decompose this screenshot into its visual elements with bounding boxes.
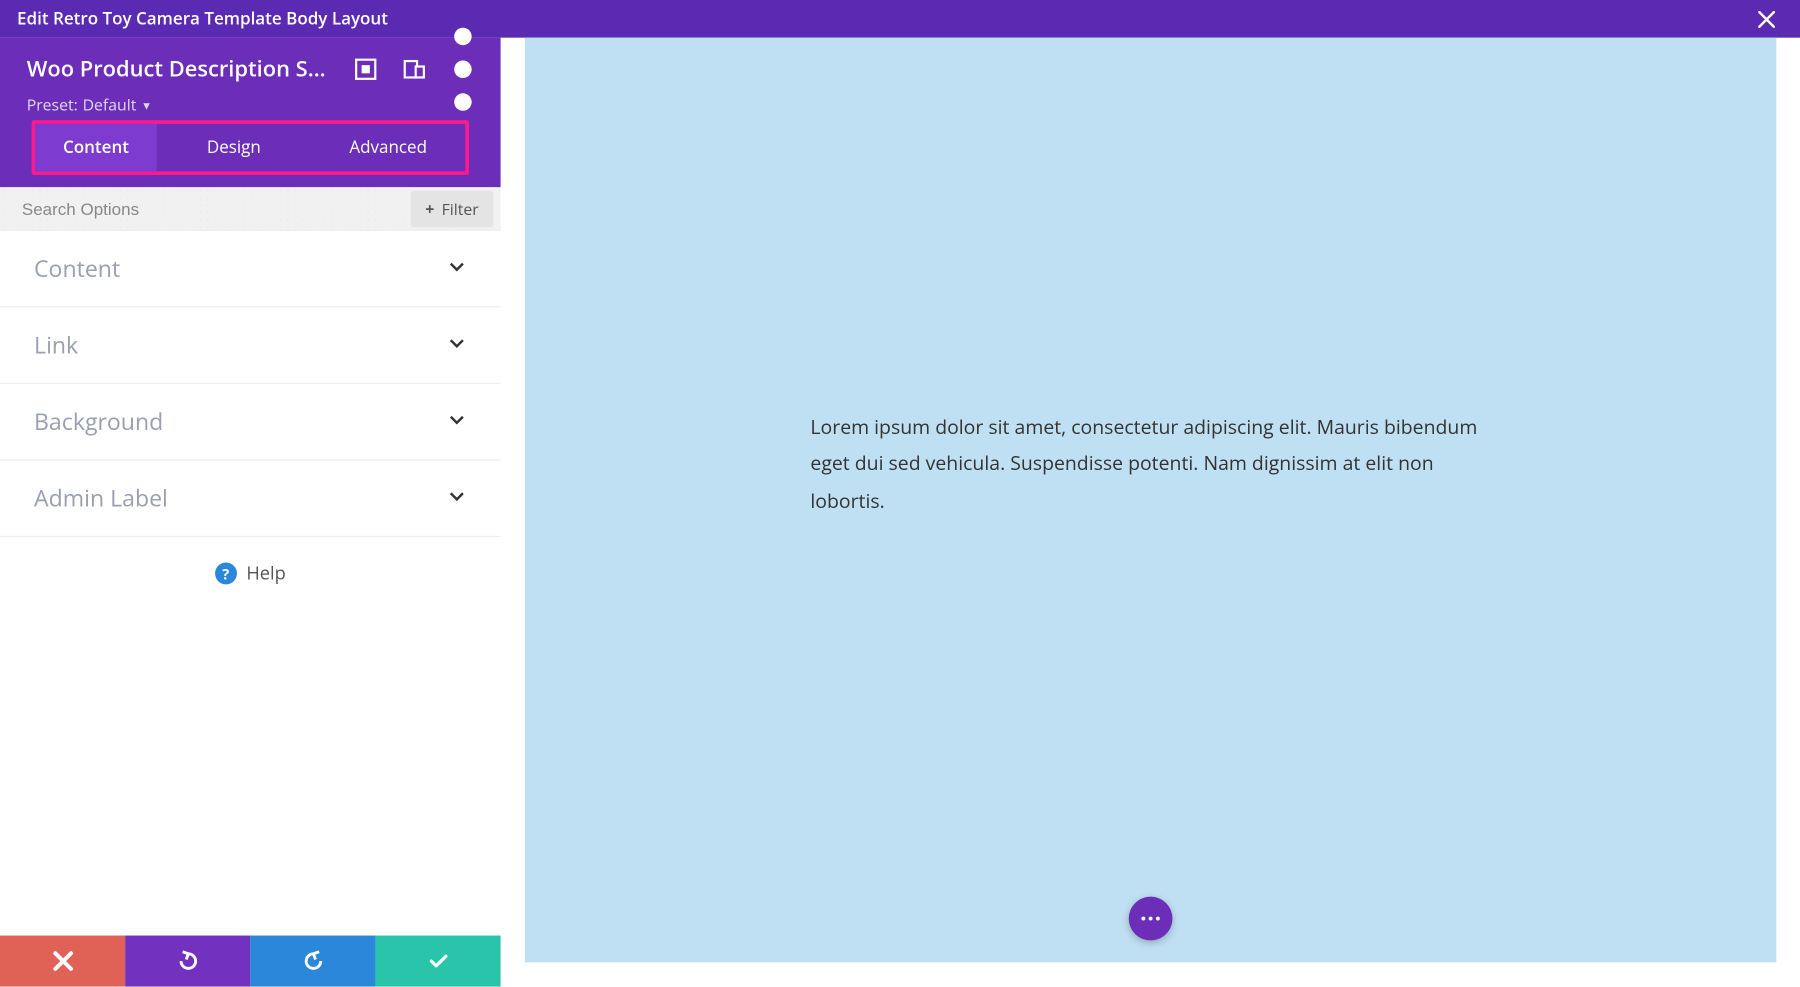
preview-area: Lorem ipsum dolor sit amet, consectetur …: [501, 38, 1800, 987]
check-icon: [427, 950, 449, 972]
help-label: Help: [246, 561, 285, 585]
plus-icon: +: [425, 197, 434, 219]
help-icon: ?: [215, 563, 237, 585]
responsive-button[interactable]: [403, 58, 425, 80]
tab-design[interactable]: Design: [157, 124, 311, 171]
caret-down-icon: ▼: [141, 97, 152, 113]
module-header: Woo Product Description S...: [0, 38, 501, 187]
settings-sidebar: Woo Product Description S...: [0, 38, 501, 987]
chevron-down-icon: [447, 485, 466, 512]
product-description-text: Lorem ipsum dolor sit amet, consectetur …: [810, 408, 1490, 519]
section-label: Link: [34, 329, 78, 361]
module-title: Woo Product Description S...: [27, 55, 326, 84]
expand-icon: [355, 58, 377, 80]
window-title: Edit Retro Toy Camera Template Body Layo…: [17, 7, 388, 30]
section-label: Background: [34, 406, 163, 438]
dots-icon: [1141, 916, 1160, 921]
filter-label: Filter: [442, 197, 479, 219]
cancel-button[interactable]: [0, 936, 125, 987]
close-icon: [1758, 10, 1775, 27]
preset-dropdown[interactable]: Preset: Default ▼: [27, 94, 474, 116]
preview-canvas: Lorem ipsum dolor sit amet, consectetur …: [525, 38, 1776, 963]
undo-icon: [177, 950, 199, 972]
chevron-down-icon: [447, 408, 466, 435]
help-link[interactable]: ? Help: [0, 537, 501, 610]
section-admin-label[interactable]: Admin Label: [0, 460, 501, 537]
section-link[interactable]: Link: [0, 307, 501, 384]
floating-menu-button[interactable]: [1129, 897, 1173, 941]
undo-button[interactable]: [125, 936, 250, 987]
settings-tabs: Content Design Advanced: [32, 120, 469, 175]
tab-advanced[interactable]: Advanced: [311, 124, 465, 171]
window-title-bar: Edit Retro Toy Camera Template Body Layo…: [0, 0, 1800, 38]
chevron-down-icon: [447, 332, 466, 359]
more-options-button[interactable]: [452, 58, 474, 80]
preset-value: Default: [83, 94, 137, 116]
section-content[interactable]: Content: [0, 231, 501, 308]
search-options-input[interactable]: [0, 199, 411, 218]
redo-button[interactable]: [250, 936, 375, 987]
bottom-action-bar: [0, 936, 501, 987]
tab-content[interactable]: Content: [35, 124, 157, 171]
redo-icon: [302, 950, 324, 972]
preset-label: Preset:: [27, 94, 78, 116]
save-button[interactable]: [375, 936, 500, 987]
close-icon: [52, 950, 74, 972]
section-background[interactable]: Background: [0, 384, 501, 461]
close-button[interactable]: [1754, 7, 1778, 31]
section-label: Content: [34, 253, 120, 285]
chevron-down-icon: [447, 255, 466, 282]
section-label: Admin Label: [34, 482, 168, 514]
search-options-row: + Filter: [0, 187, 501, 231]
responsive-icon: [403, 58, 425, 80]
expand-button[interactable]: [355, 58, 377, 80]
kebab-icon: [452, 26, 474, 113]
filter-button[interactable]: + Filter: [411, 190, 494, 226]
